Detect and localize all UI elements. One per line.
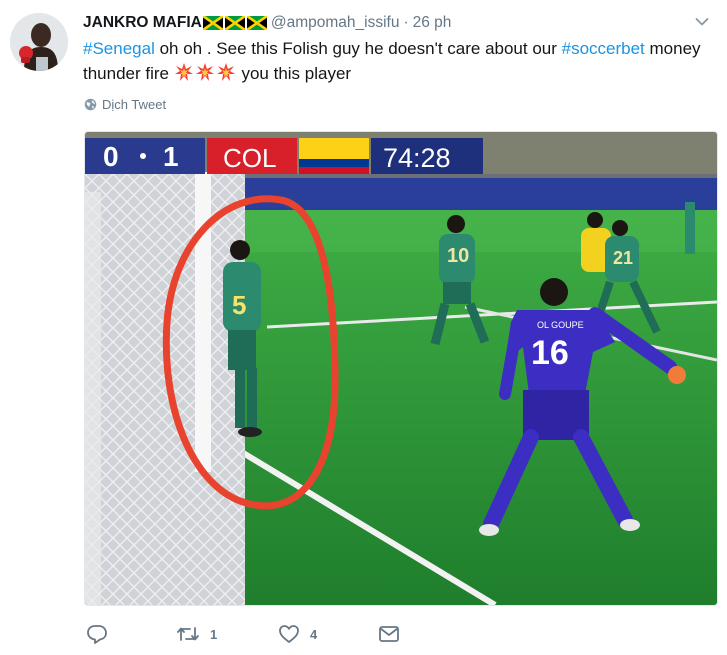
heart-icon bbox=[279, 625, 299, 643]
jamaica-flag-icon bbox=[224, 16, 245, 30]
tweet-text: #Senegal oh oh . See this Folish guy he … bbox=[83, 36, 718, 86]
tweet-photo[interactable]: 0 1 COL 74:28 5 10 21 OL GOUPE 16 bbox=[84, 131, 718, 606]
separator-dot: · bbox=[403, 14, 409, 31]
translate-label: Dịch Tweet bbox=[102, 97, 167, 112]
score-separator-icon bbox=[140, 153, 146, 159]
chevron-down-icon[interactable] bbox=[695, 14, 709, 32]
translate-tweet-link[interactable]: Dịch Tweet bbox=[84, 97, 166, 112]
team-code: COL bbox=[223, 143, 276, 173]
tweet-timestamp[interactable]: 26 ph bbox=[413, 14, 452, 32]
home-score: 0 bbox=[103, 141, 119, 172]
player-number: 5 bbox=[232, 290, 246, 320]
jamaica-flag-icon bbox=[202, 16, 223, 30]
collision-icon bbox=[174, 63, 193, 81]
match-clock: 74:28 bbox=[383, 143, 451, 173]
collision-icon bbox=[195, 63, 214, 81]
jamaica-flag-emojis bbox=[202, 16, 267, 30]
user-handle[interactable]: @ampomah_issifu bbox=[271, 14, 400, 32]
like-button[interactable]: 4 bbox=[278, 624, 378, 644]
retweet-icon bbox=[177, 627, 199, 641]
direct-message-button[interactable] bbox=[378, 625, 400, 643]
tweet-header: JANKRO MAFIA @ampomah_issifu · 26 ph bbox=[83, 12, 709, 34]
reply-icon bbox=[87, 625, 107, 644]
tweet-text-part: you this player bbox=[236, 64, 352, 83]
tweet-actions: 1 4 bbox=[86, 621, 400, 647]
globe-icon bbox=[84, 98, 97, 111]
goalkeeper-name: OL GOUPE bbox=[537, 320, 584, 330]
avatar[interactable] bbox=[10, 13, 68, 71]
hashtag-senegal[interactable]: #Senegal bbox=[83, 39, 155, 58]
envelope-icon bbox=[379, 626, 399, 642]
player-number: 21 bbox=[613, 248, 633, 268]
reply-button[interactable] bbox=[86, 624, 176, 644]
retweet-count: 1 bbox=[210, 626, 218, 642]
tweet-text-part: oh oh . See this Folish guy he doesn't c… bbox=[154, 39, 562, 58]
player-number: 16 bbox=[531, 334, 569, 372]
jamaica-flag-icon bbox=[246, 16, 267, 30]
collision-emojis bbox=[174, 63, 237, 83]
soccer-match-image: 0 1 COL 74:28 5 10 21 OL GOUPE 16 bbox=[85, 132, 717, 605]
retweet-button[interactable]: 1 bbox=[176, 625, 278, 643]
like-count: 4 bbox=[310, 626, 318, 642]
display-name[interactable]: JANKRO MAFIA bbox=[83, 14, 202, 32]
collision-icon bbox=[216, 63, 235, 81]
hashtag-soccerbet[interactable]: #soccerbet bbox=[562, 39, 645, 58]
away-score: 1 bbox=[163, 141, 179, 172]
player-number: 10 bbox=[447, 245, 469, 267]
